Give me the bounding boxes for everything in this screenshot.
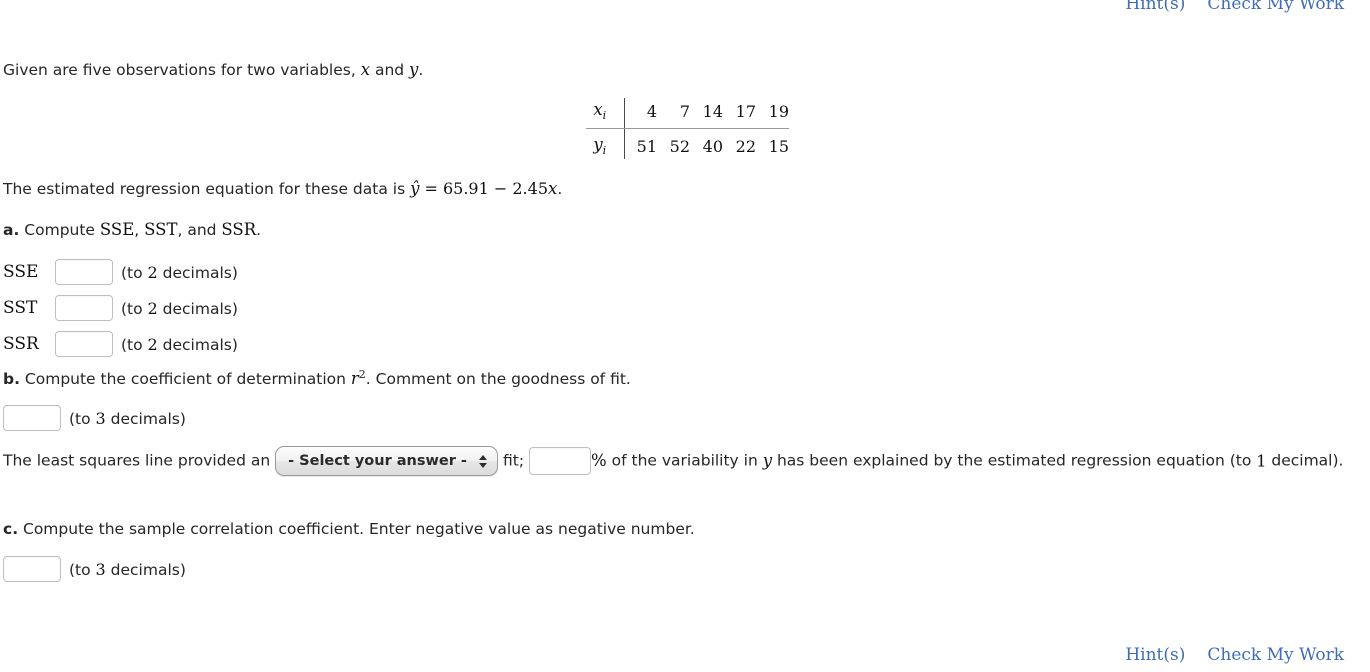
fit-quality-select[interactable]: - Select your answer -: [275, 446, 499, 476]
part-b-r-exponent: 2: [358, 368, 366, 381]
table-row-header-y: yi: [586, 128, 625, 160]
fit-quality-select-wrapper[interactable]: - Select your answer -: [275, 446, 499, 476]
table-cell-x-2: 14: [690, 98, 723, 130]
correlation-input[interactable]: [3, 556, 61, 582]
ssr-hint: (to 2 decimals): [121, 334, 238, 354]
regression-equation-text: The estimated regression equation for th…: [3, 178, 562, 200]
part-a-sst-label: SST: [144, 220, 178, 239]
equation-minus: −: [488, 179, 513, 198]
percent-variability-input[interactable]: [529, 447, 592, 475]
part-a-ssr-label: SSR: [221, 220, 257, 239]
sentence-tail3: decimal).: [1266, 451, 1344, 470]
sentence-lead: The least squares line provided an: [3, 451, 276, 470]
table-cell-y-0: 51: [636, 136, 657, 156]
sentence-tail: of the variability in: [606, 451, 763, 470]
sst-hint: (to 2 decimals): [121, 298, 238, 318]
check-my-work-link-top[interactable]: Check My Work: [1207, 0, 1344, 14]
percent-symbol: %: [591, 450, 607, 470]
top-action-links: Hint(s) Check My Work: [1125, 0, 1344, 14]
part-c-letter: c.: [3, 520, 19, 538]
sentence-decimals: 1: [1256, 451, 1267, 471]
part-b-text1: Compute the coefficient of determination: [19, 370, 351, 389]
part-a-compute-text: Compute: [19, 221, 100, 239]
part-b-r-var: r: [350, 369, 359, 389]
part-b-letter: b.: [3, 370, 20, 389]
table-cell-y-2: 40: [702, 136, 723, 156]
sentence-var-y: y: [762, 450, 773, 470]
part-a-period: .: [256, 221, 262, 239]
ssr-input[interactable]: [55, 331, 113, 357]
intro-text-and: and: [370, 61, 410, 79]
table-cell-x-0: 4: [624, 98, 657, 130]
answer-row-r-squared: (to 3 decimals): [3, 405, 186, 431]
r-squared-hint: (to 3 decimals): [69, 408, 186, 428]
equation-period: .: [557, 180, 563, 198]
sentence-after-select: fit;: [498, 451, 530, 470]
bottom-action-links: Hint(s) Check My Work: [1125, 645, 1344, 665]
hints-link-bottom[interactable]: Hint(s): [1125, 645, 1185, 665]
table-cell-x-1: 7: [657, 98, 690, 130]
table-row-x: xi 4 7 14 17 19: [586, 98, 789, 130]
part-a-prompt: a. Compute SSE, SST, and SSR.: [3, 219, 261, 240]
sst-input[interactable]: [55, 295, 113, 321]
equation-yhat: ŷ: [410, 179, 420, 198]
intro-var-y: y: [409, 60, 419, 79]
sst-label: SST: [3, 298, 38, 318]
part-a-comma2: , and: [177, 221, 222, 239]
intro-text-end: .: [418, 61, 424, 79]
check-my-work-link-bottom[interactable]: Check My Work: [1207, 645, 1344, 665]
intro-text: Given are five observations for two vari…: [3, 59, 423, 80]
answer-row-correlation: (to 3 decimals): [3, 556, 186, 582]
part-a-sse-label: SSE: [99, 220, 135, 239]
ssr-label: SSR: [3, 334, 39, 354]
part-a-letter: a.: [3, 221, 20, 239]
part-a-comma1: ,: [134, 221, 145, 239]
part-c-prompt: c. Compute the sample correlation coeffi…: [3, 519, 695, 539]
answer-row-sst: SST (to 2 decimals): [3, 295, 238, 321]
intro-text-before: Given are five observations for two vari…: [3, 61, 361, 79]
part-b-text2: . Comment on the goodness of fit.: [365, 370, 631, 389]
answer-row-ssr: SSR (to 2 decimals): [3, 331, 238, 357]
table-cell-y-4: 15: [768, 136, 789, 156]
hints-link-top[interactable]: Hint(s): [1125, 0, 1185, 14]
equation-var-x: x: [548, 179, 558, 198]
sse-hint: (to 2 decimals): [121, 262, 238, 282]
observations-table: xi 4 7 14 17 19 yi 51 52 40 22 15: [586, 98, 789, 160]
equation-slope: 2.45: [512, 179, 548, 198]
part-b-prompt: b. Compute the coefficient of determinat…: [3, 368, 631, 390]
r-squared-input[interactable]: [3, 405, 61, 431]
intro-var-x: x: [360, 60, 371, 79]
equation-text-before: The estimated regression equation for th…: [3, 180, 411, 198]
answer-row-sse: SSE (to 2 decimals): [3, 259, 238, 285]
part-c-text: Compute the sample correlation coefficie…: [18, 520, 695, 538]
table-cell-x-4: 19: [756, 98, 789, 130]
table-cell-y-1: 52: [669, 136, 690, 156]
table-row-header-x: xi: [586, 98, 625, 130]
sentence-tail2: has been explained by the estimated regr…: [772, 451, 1257, 470]
table-cell-x-3: 17: [723, 98, 756, 130]
sse-label: SSE: [3, 262, 39, 282]
correlation-hint: (to 3 decimals): [69, 559, 186, 579]
sse-input[interactable]: [55, 259, 113, 285]
goodness-of-fit-sentence: The least squares line provided an - Sel…: [3, 446, 1348, 476]
table-row-y: yi 51 52 40 22 15: [586, 128, 789, 160]
table-cell-y-3: 22: [735, 136, 756, 156]
equation-equals: =: [419, 179, 443, 198]
equation-intercept: 65.91: [442, 179, 489, 198]
